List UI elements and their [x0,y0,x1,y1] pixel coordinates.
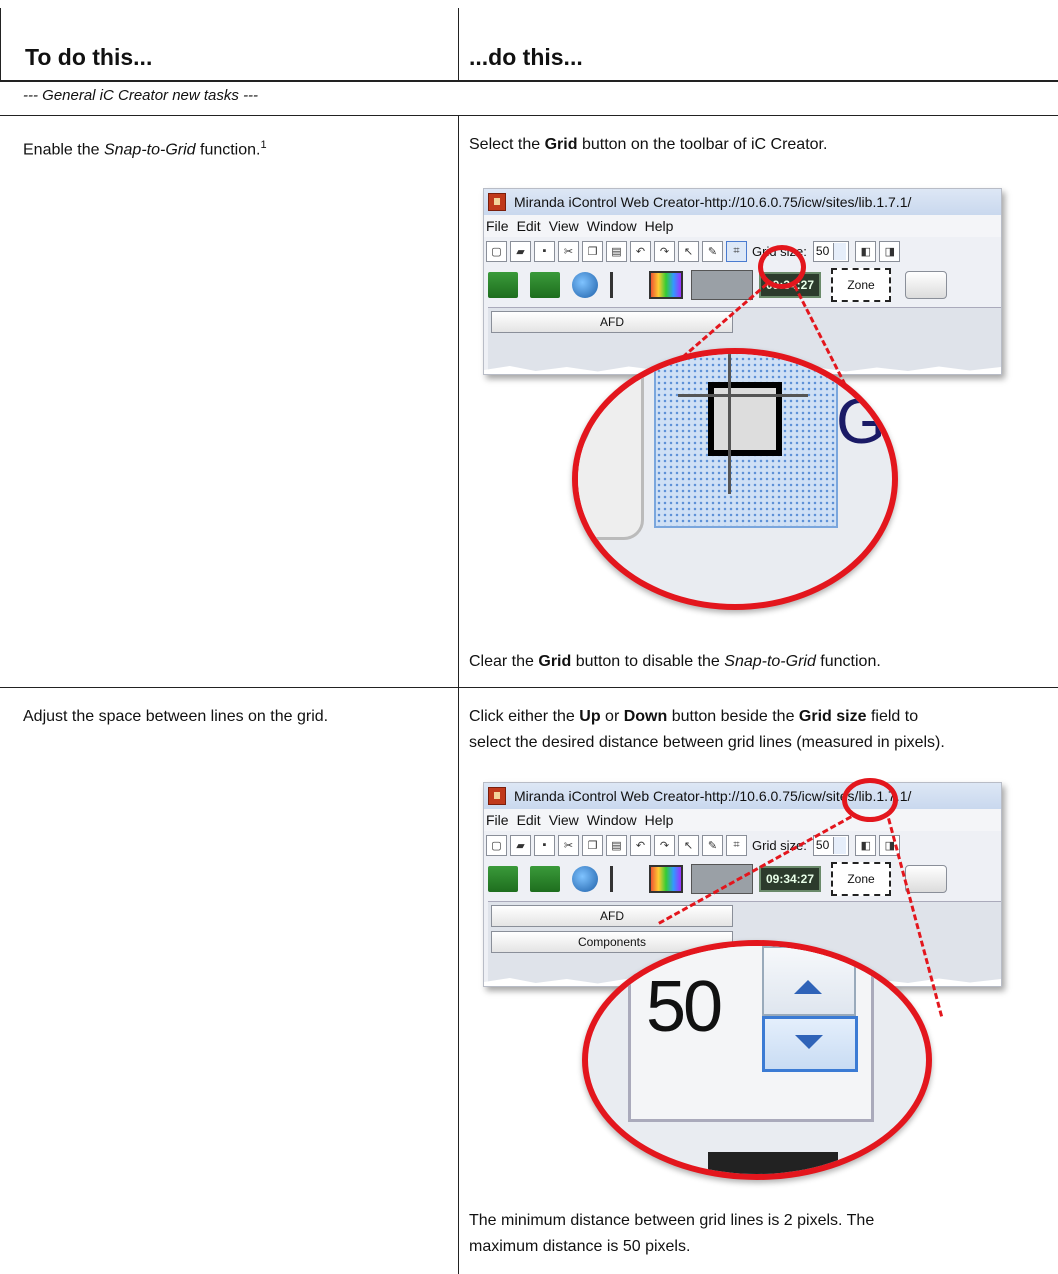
section-label: --- General iC Creator new tasks --- [23,87,259,104]
row1-bottom-rule [0,687,1058,688]
header-do-this: ...do this... [469,44,583,70]
copy-icon[interactable]: ❐ [582,834,603,856]
zoom-up-arrow-icon[interactable] [762,946,856,1016]
row2-instruction: Click either the Up or Down button besid… [469,708,945,751]
panel-tab-afd[interactable]: AFD [491,905,733,927]
menu-window[interactable]: Window [587,218,637,234]
menu-view[interactable]: View [549,218,579,234]
magnified-grid-size: 50 [582,940,932,1180]
app-icon [488,193,506,211]
monitor-icon[interactable] [649,865,683,893]
zoom-grid-vline [728,354,731,494]
card-icon[interactable] [488,272,518,298]
zoom-dark-strip [708,1152,838,1174]
grid-size-stepper[interactable]: 50 [812,834,850,856]
grid-button-icon[interactable]: ⌗ [726,240,747,262]
paste-icon[interactable]: ▤ [606,834,627,856]
clock-icon[interactable]: 09:34:27 [759,866,821,892]
zoom-down-arrow-icon[interactable] [762,1016,858,1072]
menu-file-2[interactable]: File [486,812,509,828]
new-icon[interactable]: ▢ [486,240,507,262]
component-toolbar: 09:34:27 Zone [484,265,1001,305]
zoom-value: 50 [646,967,723,1047]
window-titlebar-2: Miranda iControl Web Creator-http://10.6… [484,783,1001,809]
globe-icon[interactable] [572,866,598,892]
column-divider-row1 [458,115,459,687]
bring-front-icon[interactable]: ◧ [855,240,877,262]
column-divider-row2 [458,687,459,1274]
column-divider-header [458,8,459,80]
brush-icon[interactable]: ✎ [702,834,723,856]
menu-edit[interactable]: Edit [517,218,541,234]
row1-instruction: Select the Grid button on the toolbar of… [469,136,828,153]
redo-icon[interactable]: ↷ [654,240,675,262]
card-alt-icon[interactable] [530,866,560,892]
zoom-letter: G [836,385,886,457]
component-toolbar-2: 09:34:27 Zone [484,859,1001,899]
zone-button[interactable]: Zone [831,862,891,896]
open-icon[interactable]: ▰ [510,240,531,262]
zone-button[interactable]: Zone [831,268,891,302]
tree-icon[interactable] [610,866,635,892]
pen-icon[interactable] [905,865,947,893]
row2-note: The minimum distance between grid lines … [469,1212,875,1255]
copy-icon[interactable]: ❐ [582,240,603,262]
globe-icon[interactable] [572,272,598,298]
redo-icon[interactable]: ↷ [654,834,675,856]
header-to-do-this: To do this... [25,44,153,70]
grid-size-stepper[interactable]: 50 [812,240,850,262]
menu-help-2[interactable]: Help [645,812,674,828]
menu-view-2[interactable]: View [549,812,579,828]
brush-icon[interactable]: ✎ [702,240,723,262]
zoom-grid-hline [678,394,808,397]
send-back-icon[interactable]: ◨ [879,240,901,262]
section-rule [0,115,1058,116]
toolbar: ▢ ▰ ▪ ✂ ❐ ▤ ↶ ↷ ↖ ✎ ⌗ Grid size: 50 ◧ ◨ [484,237,1001,265]
row2-task: Adjust the space between lines on the gr… [23,708,329,725]
undo-icon[interactable]: ↶ [630,240,651,262]
monitor-icon[interactable] [649,271,683,299]
table-left-border [0,8,1,80]
magnified-grid-button: G [572,348,898,610]
menu-window-2[interactable]: Window [587,812,637,828]
open-icon[interactable]: ▰ [510,834,531,856]
pointer-icon[interactable]: ↖ [678,834,699,856]
paste-icon[interactable]: ▤ [606,240,627,262]
cut-icon[interactable]: ✂ [558,834,579,856]
screenshot-grid-button: Miranda iControl Web Creator-http://10.6… [483,188,1002,375]
pointer-icon[interactable]: ↖ [678,240,699,262]
pen-icon[interactable] [905,271,947,299]
toolbar-2: ▢ ▰ ▪ ✂ ❐ ▤ ↶ ↷ ↖ ✎ ⌗ Grid size: 50 ◧ ◨ [484,831,1001,859]
menu-help[interactable]: Help [645,218,674,234]
card-icon[interactable] [488,866,518,892]
card-alt-icon[interactable] [530,272,560,298]
bring-front-icon[interactable]: ◧ [855,834,877,856]
row1-clear-instruction: Clear the Grid button to disable the Sna… [469,653,881,670]
window-title: Miranda iControl Web Creator-http://10.6… [514,194,912,210]
new-icon[interactable]: ▢ [486,834,507,856]
menu-bar-2: File Edit View Window Help [484,809,1001,831]
undo-icon[interactable]: ↶ [630,834,651,856]
footnote-marker[interactable]: 1 [260,139,266,151]
window-titlebar: Miranda iControl Web Creator-http://10.6… [484,189,1001,215]
menu-file[interactable]: File [486,218,509,234]
panel-tab-afd[interactable]: AFD [491,311,733,333]
app-icon-2 [488,787,506,805]
header-bottom-rule [0,80,1058,82]
row1-task: Enable the Snap-to-Grid function.1 [23,139,267,159]
menu-edit-2[interactable]: Edit [517,812,541,828]
save-icon[interactable]: ▪ [534,834,555,856]
device-icon[interactable] [691,270,753,300]
grid-button-icon[interactable]: ⌗ [726,834,747,856]
save-icon[interactable]: ▪ [534,240,555,262]
tree-icon[interactable] [610,272,635,298]
menu-bar: File Edit View Window Help [484,215,1001,237]
cut-icon[interactable]: ✂ [558,240,579,262]
